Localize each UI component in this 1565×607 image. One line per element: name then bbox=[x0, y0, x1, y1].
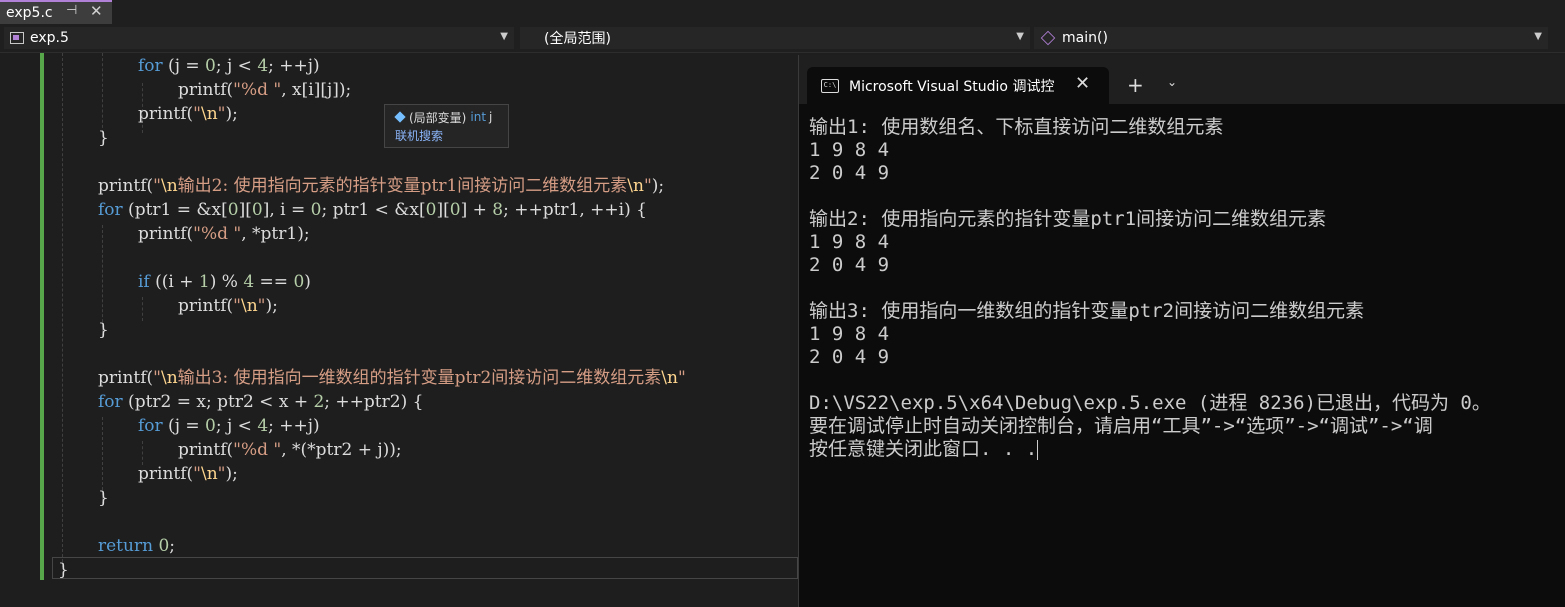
code-line[interactable]: for (ptr2 = x; ptr2 < x + 2; ++ptr2) { bbox=[98, 390, 423, 414]
current-line-highlight bbox=[52, 557, 798, 579]
output-line-text: 按任意键关闭此窗口. . . bbox=[809, 438, 1038, 460]
code-line[interactable]: printf("\n输出3: 使用指向一维数组的指针变量ptr2间接访问二维数组… bbox=[98, 366, 686, 390]
tooltip-kind: (局部变量) bbox=[409, 110, 467, 125]
member-dropdown-value: main() bbox=[1062, 30, 1108, 46]
code-line[interactable]: printf("\n"); bbox=[138, 462, 238, 486]
tooltip-var-name: j bbox=[489, 110, 493, 124]
text-cursor bbox=[1037, 439, 1039, 460]
output-line: 1 9 8 4 bbox=[809, 139, 890, 161]
chevron-down-icon: ▼ bbox=[500, 31, 508, 42]
method-cube-icon bbox=[1040, 30, 1056, 46]
change-tracking-bar bbox=[40, 53, 44, 580]
terminal-tab-title: Microsoft Visual Studio 调试控制台 bbox=[849, 78, 1055, 95]
output-line: 2 0 4 9 bbox=[809, 346, 890, 368]
code-line[interactable]: printf("%d ", x[i][j]); bbox=[178, 78, 351, 102]
quick-info-tooltip: (局部变量) int j 联机搜索 bbox=[384, 104, 509, 148]
member-dropdown[interactable]: main() ▼ bbox=[1034, 27, 1548, 49]
code-line[interactable]: printf("%d ", *ptr1); bbox=[138, 222, 310, 246]
new-tab-icon[interactable]: + bbox=[1127, 73, 1144, 97]
project-icon bbox=[10, 32, 24, 44]
code-line[interactable]: printf("\n"); bbox=[138, 102, 238, 126]
output-line: 1 9 8 4 bbox=[809, 231, 890, 253]
tooltip-type: int bbox=[470, 110, 487, 124]
code-line[interactable]: return 0; bbox=[98, 534, 175, 558]
terminal-tab-close-icon[interactable]: ✕ bbox=[1075, 73, 1090, 94]
console-icon: C:\ bbox=[821, 78, 839, 93]
output-line: 输出3: 使用指向一维数组的指针变量ptr2间接访问二维数组元素 bbox=[809, 300, 1365, 322]
code-line[interactable]: } bbox=[98, 486, 109, 510]
output-line: D:\VS22\exp.5\x64\Debug\exp.5.exe (进程 82… bbox=[809, 392, 1491, 414]
project-dropdown[interactable]: exp.5 ▼ bbox=[4, 27, 514, 49]
tab-close-icon[interactable]: ✕ bbox=[90, 2, 103, 20]
code-line[interactable]: if ((i + 1) % 4 == 0) bbox=[138, 270, 311, 294]
debug-console-window: C:\ Microsoft Visual Studio 调试控制台 ✕ + ⌄ … bbox=[798, 55, 1565, 607]
file-tab-exp5[interactable]: exp5.c ⊣ ✕ bbox=[0, 0, 112, 24]
online-search-link[interactable]: 联机搜索 bbox=[395, 127, 508, 145]
terminal-titlebar: C:\ Microsoft Visual Studio 调试控制台 ✕ + ⌄ bbox=[799, 55, 1565, 104]
code-line[interactable]: for (ptr1 = &x[0][0], i = 0; ptr1 < &x[0… bbox=[98, 198, 647, 222]
code-line[interactable]: } bbox=[98, 318, 109, 342]
output-line: 按任意键关闭此窗口. . . bbox=[809, 438, 1565, 461]
output-line: 输出1: 使用数组名、下标直接访问二维数组元素 bbox=[809, 116, 1224, 138]
chevron-down-icon: ▼ bbox=[1534, 31, 1542, 42]
indent-guide bbox=[62, 53, 63, 567]
terminal-output[interactable]: 输出1: 使用数组名、下标直接访问二维数组元素 1 9 8 4 2 0 4 9 … bbox=[809, 116, 1565, 607]
chevron-down-icon: ▼ bbox=[1016, 31, 1024, 42]
code-line[interactable]: printf("\n输出2: 使用指向元素的指针变量ptr1间接访问二维数组元素… bbox=[98, 174, 664, 198]
pin-icon[interactable]: ⊣ bbox=[66, 3, 77, 18]
output-line: 输出2: 使用指向元素的指针变量ptr1间接访问二维数组元素 bbox=[809, 208, 1327, 230]
scope-dropdown[interactable]: (全局范围) ▼ bbox=[520, 27, 1030, 49]
code-line[interactable]: for (j = 0; j < 4; ++j) bbox=[138, 414, 320, 438]
output-line: 2 0 4 9 bbox=[809, 162, 890, 184]
output-line: 1 9 8 4 bbox=[809, 323, 890, 345]
chevron-down-icon[interactable]: ⌄ bbox=[1167, 75, 1177, 89]
project-dropdown-value: exp.5 bbox=[30, 30, 69, 46]
navigation-bar: exp.5 ▼ (全局范围) ▼ main() ▼ bbox=[0, 24, 1565, 53]
code-line[interactable]: } bbox=[98, 126, 109, 150]
terminal-tab[interactable]: C:\ Microsoft Visual Studio 调试控制台 ✕ bbox=[807, 67, 1109, 104]
scope-dropdown-value: (全局范围) bbox=[544, 31, 611, 47]
output-line: 2 0 4 9 bbox=[809, 254, 890, 276]
file-tab-label: exp5.c bbox=[6, 5, 53, 21]
local-variable-icon bbox=[394, 111, 406, 123]
indent-guide bbox=[142, 297, 143, 321]
code-line[interactable]: for (j = 0; j < 4; ++j) bbox=[138, 54, 320, 78]
editor-tab-strip: exp5.c ⊣ ✕ bbox=[0, 0, 1565, 24]
code-line[interactable]: printf("%d ", *(*ptr2 + j)); bbox=[178, 438, 402, 462]
indent-guide bbox=[102, 53, 103, 133]
editor-gutter[interactable] bbox=[0, 53, 40, 607]
output-line: 要在调试停止时自动关闭控制台，请启用“工具”->“选项”->“调试”->“调 bbox=[809, 415, 1433, 437]
code-line[interactable]: printf("\n"); bbox=[178, 294, 278, 318]
